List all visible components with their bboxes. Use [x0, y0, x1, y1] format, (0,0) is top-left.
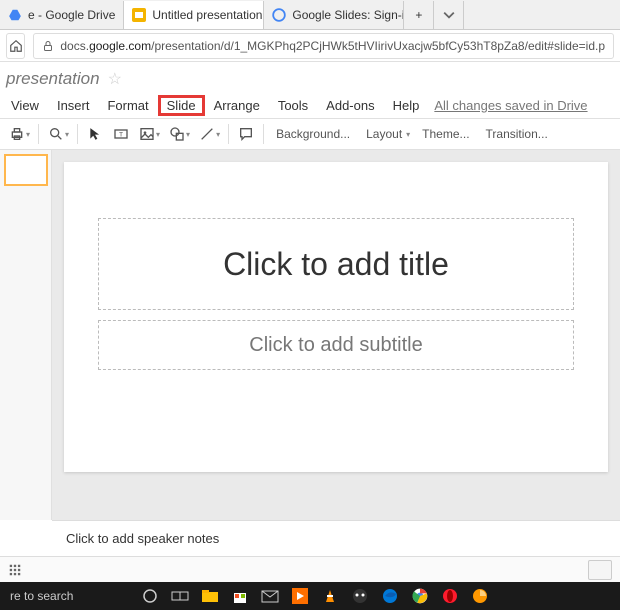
- taskview-icon[interactable]: [169, 585, 191, 607]
- textbox-tool[interactable]: T: [108, 121, 134, 147]
- mail-icon[interactable]: [259, 585, 281, 607]
- slide-thumbnail-panel: [0, 150, 52, 520]
- tab-title: Untitled presentation -: [152, 8, 264, 22]
- theme-button[interactable]: Theme...: [414, 127, 477, 141]
- speaker-notes[interactable]: Click to add speaker notes: [52, 520, 620, 556]
- chevron-down-icon[interactable]: ▾: [186, 130, 190, 139]
- tab-dropdown[interactable]: [434, 1, 464, 29]
- menu-insert[interactable]: Insert: [48, 95, 99, 116]
- url-field[interactable]: docs.google.com/presentation/d/1_MGKPhq2…: [33, 33, 614, 59]
- browser-tab[interactable]: Untitled presentation - ×: [124, 1, 264, 29]
- home-button[interactable]: [6, 33, 25, 59]
- taskbar-search[interactable]: re to search: [4, 589, 79, 603]
- background-button[interactable]: Background...: [268, 127, 358, 141]
- tab-title: Google Slides: Sign-in: [292, 8, 404, 22]
- title-placeholder[interactable]: Click to add title: [98, 218, 574, 310]
- slide[interactable]: Click to add title Click to add subtitle: [64, 162, 608, 472]
- chevron-down-icon[interactable]: ▾: [406, 130, 410, 139]
- address-bar: docs.google.com/presentation/d/1_MGKPhq2…: [0, 30, 620, 62]
- menu-view[interactable]: View: [2, 95, 48, 116]
- store-icon[interactable]: [229, 585, 251, 607]
- tab-title: e - Google Drive: [28, 8, 115, 22]
- slide-thumbnail[interactable]: [4, 154, 48, 186]
- subtitle-text: Click to add subtitle: [249, 334, 422, 357]
- separator: [228, 124, 229, 144]
- subtitle-placeholder[interactable]: Click to add subtitle: [98, 320, 574, 370]
- doc-title-row: presentation ☆: [0, 66, 620, 92]
- separator: [38, 124, 39, 144]
- chevron-down-icon[interactable]: ▾: [65, 130, 69, 139]
- browser-tab[interactable]: e - Google Drive: [0, 1, 124, 29]
- vlc-icon[interactable]: [319, 585, 341, 607]
- notes-placeholder: Click to add speaker notes: [66, 531, 219, 546]
- opera-icon[interactable]: [439, 585, 461, 607]
- explore-button[interactable]: [588, 560, 612, 580]
- google-icon: [272, 8, 286, 22]
- new-tab-button[interactable]: +: [404, 1, 434, 29]
- chrome-icon[interactable]: [409, 585, 431, 607]
- chevron-down-icon[interactable]: ▾: [156, 130, 160, 139]
- layout-button[interactable]: Layout: [358, 127, 410, 141]
- separator: [263, 124, 264, 144]
- toolbar: ▾ ▾ T ▾ ▾ ▾ Background... Layout▾ Theme.…: [0, 118, 620, 150]
- grid-view-icon[interactable]: [8, 563, 22, 577]
- menu-help[interactable]: Help: [384, 95, 429, 116]
- windows-taskbar: re to search: [0, 582, 620, 610]
- menu-arrange[interactable]: Arrange: [205, 95, 269, 116]
- slides-icon: [132, 8, 146, 22]
- edge-icon[interactable]: [379, 585, 401, 607]
- cortana-icon[interactable]: [139, 585, 161, 607]
- star-icon[interactable]: ☆: [108, 69, 122, 89]
- explorer-icon[interactable]: [199, 585, 221, 607]
- app-icon[interactable]: [469, 585, 491, 607]
- menu-bar: View Insert Format Slide Arrange Tools A…: [0, 92, 620, 118]
- url-text: docs.google.com/presentation/d/1_MGKPhq2…: [60, 39, 605, 53]
- menu-tools[interactable]: Tools: [269, 95, 317, 116]
- bottom-bar: [0, 556, 620, 582]
- chevron-down-icon[interactable]: ▾: [26, 130, 30, 139]
- select-tool[interactable]: [82, 121, 108, 147]
- drive-icon: [8, 8, 22, 22]
- comment-button[interactable]: [233, 121, 259, 147]
- home-icon: [9, 39, 23, 53]
- browser-tab-strip: e - Google Drive Untitled presentation -…: [0, 0, 620, 30]
- lock-icon: [42, 40, 54, 52]
- slide-canvas[interactable]: Click to add title Click to add subtitle: [52, 150, 620, 520]
- menu-format[interactable]: Format: [98, 95, 157, 116]
- svg-text:T: T: [119, 132, 123, 139]
- doc-title[interactable]: presentation: [4, 69, 100, 89]
- media-icon[interactable]: [289, 585, 311, 607]
- chevron-down-icon[interactable]: ▾: [216, 130, 220, 139]
- skull-icon[interactable]: [349, 585, 371, 607]
- transition-button[interactable]: Transition...: [478, 127, 556, 141]
- saved-status[interactable]: All changes saved in Drive: [434, 98, 587, 113]
- main-area: Click to add title Click to add subtitle: [0, 150, 620, 520]
- menu-addons[interactable]: Add-ons: [317, 95, 383, 116]
- title-text: Click to add title: [223, 246, 449, 283]
- browser-tab[interactable]: Google Slides: Sign-in: [264, 1, 404, 29]
- menu-slide[interactable]: Slide: [158, 95, 205, 116]
- separator: [77, 124, 78, 144]
